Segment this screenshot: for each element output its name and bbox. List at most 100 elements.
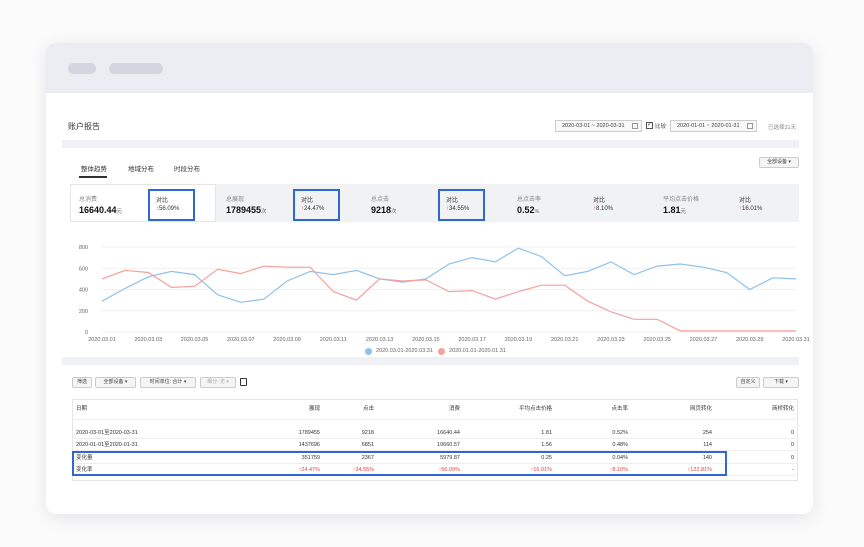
kpi-compare-value: ↑56.09% bbox=[156, 206, 180, 212]
calendar-icon bbox=[632, 123, 638, 129]
x-tick-label: 2020.03.25 bbox=[643, 337, 671, 343]
x-tick-label: 2020.03.29 bbox=[736, 337, 764, 343]
x-tick-label: 2020.03.27 bbox=[690, 337, 718, 343]
filter-button[interactable]: 筛选 bbox=[72, 377, 92, 388]
table-cell: 1437696 bbox=[298, 442, 320, 448]
table-header-cell: 网页转化 bbox=[689, 406, 712, 412]
report-card: 账户报告 2020-03-01 ~ 2020-03-31 ✓ 比较 2020-0… bbox=[46, 43, 813, 514]
kpi-compare-label: 对比 bbox=[156, 198, 169, 204]
kpi-value: 9218次 bbox=[371, 205, 397, 215]
kpi-compare-value: ↑24.47% bbox=[301, 206, 325, 212]
table-header-cell: 商桥转化 bbox=[771, 406, 794, 412]
y-tick-label: 400 bbox=[79, 288, 88, 294]
device-select[interactable]: 全部设备 ▾ bbox=[759, 157, 799, 168]
x-tick-label: 2020.03.07 bbox=[227, 337, 255, 343]
selected-days-info: 已选择31天 bbox=[768, 125, 797, 131]
y-tick-label: 600 bbox=[79, 266, 88, 272]
tab-region[interactable]: 地域分布 bbox=[128, 163, 154, 173]
page-title: 账户报告 bbox=[68, 122, 100, 131]
download-button[interactable]: 下载 ▾ bbox=[763, 377, 799, 388]
table-cell: 9218 bbox=[361, 430, 374, 436]
x-tick-label: 2020.03.17 bbox=[458, 337, 486, 343]
tab-time-period[interactable]: 时段分布 bbox=[174, 163, 200, 173]
y-tick-label: 200 bbox=[79, 309, 88, 315]
kpi-compare-highlight bbox=[293, 189, 340, 221]
kpi-compare-label: 对比 bbox=[301, 198, 314, 204]
table-cell: 1789455 bbox=[298, 430, 320, 436]
table-cell: 0 bbox=[790, 455, 794, 461]
table-header-row: 日期 展现 点击 消费 平均点击价格 点击率 网页转化 商桥转化 bbox=[72, 404, 798, 420]
compare-label: 比较 bbox=[655, 124, 667, 130]
divider bbox=[62, 357, 799, 365]
x-tick-label: 2020.03.09 bbox=[273, 337, 301, 343]
table-cell: 16640.44 bbox=[437, 430, 460, 436]
customize-button[interactable]: 自定义 bbox=[736, 377, 760, 388]
tab-overall-trend[interactable]: 整体趋势 bbox=[81, 163, 107, 173]
kpi-value: 0.52% bbox=[517, 205, 540, 215]
kpi-value: 16640.44元 bbox=[79, 205, 123, 215]
kpi-compare-value: ↑16.01% bbox=[739, 206, 763, 212]
x-tick-label: 2020.03.11 bbox=[320, 337, 347, 343]
trend-line-chart: 0 200 400 600 800 2020.03.01 2020.03.03 2020.03… bbox=[79, 245, 810, 343]
table-header-cell: 消费 bbox=[448, 406, 460, 412]
kpi-label: 总展现 bbox=[226, 197, 245, 203]
table-header-cell: 点击 bbox=[362, 406, 374, 412]
kpi-avg-cpc[interactable] bbox=[654, 184, 799, 222]
table-cell: 1.81 bbox=[541, 430, 552, 436]
table-cell: 254 bbox=[702, 430, 712, 436]
dimension-select[interactable]: 细分: 无 ▾ bbox=[200, 377, 236, 388]
table-header-cell: 展现 bbox=[308, 406, 320, 412]
compare-checkbox[interactable]: ✓ bbox=[646, 122, 653, 129]
legend-label[interactable]: 2020.03.01-2020.03.31 bbox=[376, 348, 433, 354]
y-tick-label: 0 bbox=[85, 330, 88, 336]
table-cell: 114 bbox=[703, 442, 712, 448]
table-cell: 1.56 bbox=[541, 442, 552, 448]
x-tick-label: 2020.03.31 bbox=[782, 337, 810, 343]
time-unit-select[interactable]: 时间单位: 合计 ▾ bbox=[140, 377, 196, 388]
export-icon[interactable] bbox=[240, 378, 247, 386]
table-header-cell: 日期 bbox=[76, 406, 88, 412]
legend-swatch bbox=[438, 348, 445, 355]
table-device-select[interactable]: 全部设备 ▾ bbox=[95, 377, 136, 388]
kpi-impressions[interactable] bbox=[216, 184, 362, 222]
table-row: 2020-01-01至2020-01-31 1437696 6851 10660.57… bbox=[72, 439, 798, 451]
table-header-cell: 点击率 bbox=[611, 406, 628, 412]
table-row: 2020-03-01至2020-03-31 1789455 9218 16640.44… bbox=[72, 427, 798, 439]
x-tick-label: 2020.03.21 bbox=[551, 337, 579, 343]
kpi-value: 1.81元 bbox=[663, 205, 687, 215]
secondary-date-picker[interactable]: 2020-01-01 ~ 2020-01-31 bbox=[670, 120, 757, 132]
table-cell: - bbox=[792, 467, 794, 473]
divider bbox=[62, 140, 799, 148]
y-tick-label: 800 bbox=[79, 245, 88, 251]
topbar-placeholder bbox=[68, 63, 96, 74]
kpi-compare-label: 对比 bbox=[446, 198, 459, 204]
kpi-compare-value: ↑8.10% bbox=[593, 206, 614, 212]
table-cell: 2020-01-01至2020-01-31 bbox=[76, 442, 138, 448]
kpi-label: 总点击率 bbox=[517, 197, 542, 203]
kpi-compare-label: 对比 bbox=[739, 198, 752, 204]
kpi-clicks[interactable] bbox=[362, 184, 508, 222]
kpi-value: 1789455次 bbox=[226, 205, 267, 215]
primary-date-picker[interactable]: 2020-03-01 ~ 2020-03-31 bbox=[555, 120, 642, 132]
x-tick-label: 2020.03.03 bbox=[135, 337, 163, 343]
legend-swatch bbox=[365, 348, 372, 355]
x-tick-label: 2020.03.01 bbox=[88, 337, 116, 343]
table-cell: 0 bbox=[790, 442, 794, 448]
window-topbar bbox=[46, 43, 813, 93]
series-line-2 bbox=[101, 265, 796, 332]
table-cell: 0.52% bbox=[612, 430, 628, 436]
kpi-compare-highlight bbox=[438, 189, 485, 221]
table-cell: 10660.57 bbox=[437, 442, 460, 448]
x-tick-label: 2020.03.13 bbox=[366, 337, 394, 343]
table-cell: 2020-03-01至2020-03-31 bbox=[76, 430, 138, 436]
legend-label[interactable]: 2020.01.01-2020.01.31 bbox=[449, 348, 506, 354]
x-tick-label: 2020.03.19 bbox=[505, 337, 533, 343]
x-tick-label: 2020.03.05 bbox=[181, 337, 209, 343]
table-cell: 0.48% bbox=[612, 442, 628, 448]
kpi-compare-label: 对比 bbox=[593, 198, 606, 204]
kpi-label: 总消费 bbox=[79, 197, 98, 203]
kpi-ctr[interactable] bbox=[508, 184, 654, 222]
table-header-cell: 平均点击价格 bbox=[518, 406, 552, 412]
active-tab-indicator bbox=[79, 176, 107, 178]
kpi-compare-highlight bbox=[148, 189, 195, 221]
